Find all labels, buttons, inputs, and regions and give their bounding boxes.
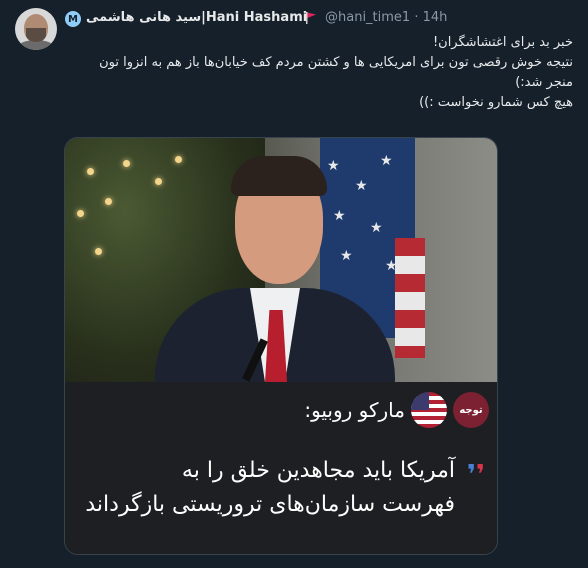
tweet[interactable]: M سید هانی هاشمی|Hani Hashami @hani_time… bbox=[0, 0, 588, 568]
handle-and-time[interactable]: @hani_time1 · 14h bbox=[325, 10, 447, 25]
tweet-line: خبر بد برای اغتشاشگران! bbox=[432, 35, 573, 50]
timestamp: · 14h bbox=[414, 10, 448, 25]
handle: @hani_time1 bbox=[325, 10, 411, 25]
display-name-rtl: سید هانی هاشمی bbox=[86, 10, 202, 25]
caption-quote-line: فهرست سازمان‌های تروریستی بازگرداند bbox=[85, 492, 455, 517]
avatar-beard bbox=[26, 28, 46, 42]
photo-light bbox=[123, 160, 130, 167]
caption-quote: آمریکا باید مجاهدین خلق را به فهرست سازم… bbox=[75, 454, 455, 522]
photo-light bbox=[87, 168, 94, 175]
photo-star: ★ bbox=[380, 153, 393, 169]
media-caption: توجه مارکو روبیو: ❜❜ آمریکا باید مجاهدین… bbox=[65, 382, 497, 554]
tweet-text: خبر بد برای اغتشاشگران! نتیجه خوش رقصی ت… bbox=[53, 33, 573, 113]
photo-star: ★ bbox=[327, 158, 340, 174]
caption-header: توجه مارکو روبیو: bbox=[304, 392, 489, 428]
photo-star: ★ bbox=[340, 248, 353, 264]
media-card[interactable]: ★ ★ ★ ★ ★ ★ ★ توجه مارکو روبیو: ❜❜ آمریک… bbox=[64, 137, 498, 555]
tweet-line: نتیجه خوش رقصی تون برای امریکایی ها و کش… bbox=[99, 55, 573, 70]
photo-light bbox=[77, 210, 84, 217]
red-flag-icon bbox=[306, 12, 316, 24]
caption-title: مارکو روبیو: bbox=[304, 398, 405, 422]
display-name[interactable]: سید هانی هاشمی|Hani Hashami bbox=[86, 10, 307, 25]
media-photo[interactable]: ★ ★ ★ ★ ★ ★ ★ bbox=[65, 138, 497, 382]
us-flag-icon bbox=[411, 392, 447, 428]
photo-star: ★ bbox=[333, 208, 346, 224]
photo-light bbox=[105, 198, 112, 205]
tweet-line: منجر شد:) bbox=[515, 75, 573, 90]
verified-badge-icon: M bbox=[65, 11, 81, 27]
display-name-latin: |Hani Hashami bbox=[201, 10, 308, 25]
photo-hair bbox=[231, 156, 327, 196]
photo-light bbox=[155, 178, 162, 185]
photo-flag-stripes bbox=[395, 238, 425, 358]
photo-star: ★ bbox=[370, 220, 383, 236]
news-logo: توجه bbox=[453, 392, 489, 428]
avatar[interactable] bbox=[15, 8, 57, 50]
tweet-line: هیچ کس شمارو نخواست :)) bbox=[419, 95, 573, 110]
photo-star: ★ bbox=[355, 178, 368, 194]
caption-quote-line: آمریکا باید مجاهدین خلق را به bbox=[181, 458, 455, 483]
photo-light bbox=[175, 156, 182, 163]
quote-icon: ❜❜ bbox=[466, 460, 485, 490]
photo-light bbox=[95, 248, 102, 255]
